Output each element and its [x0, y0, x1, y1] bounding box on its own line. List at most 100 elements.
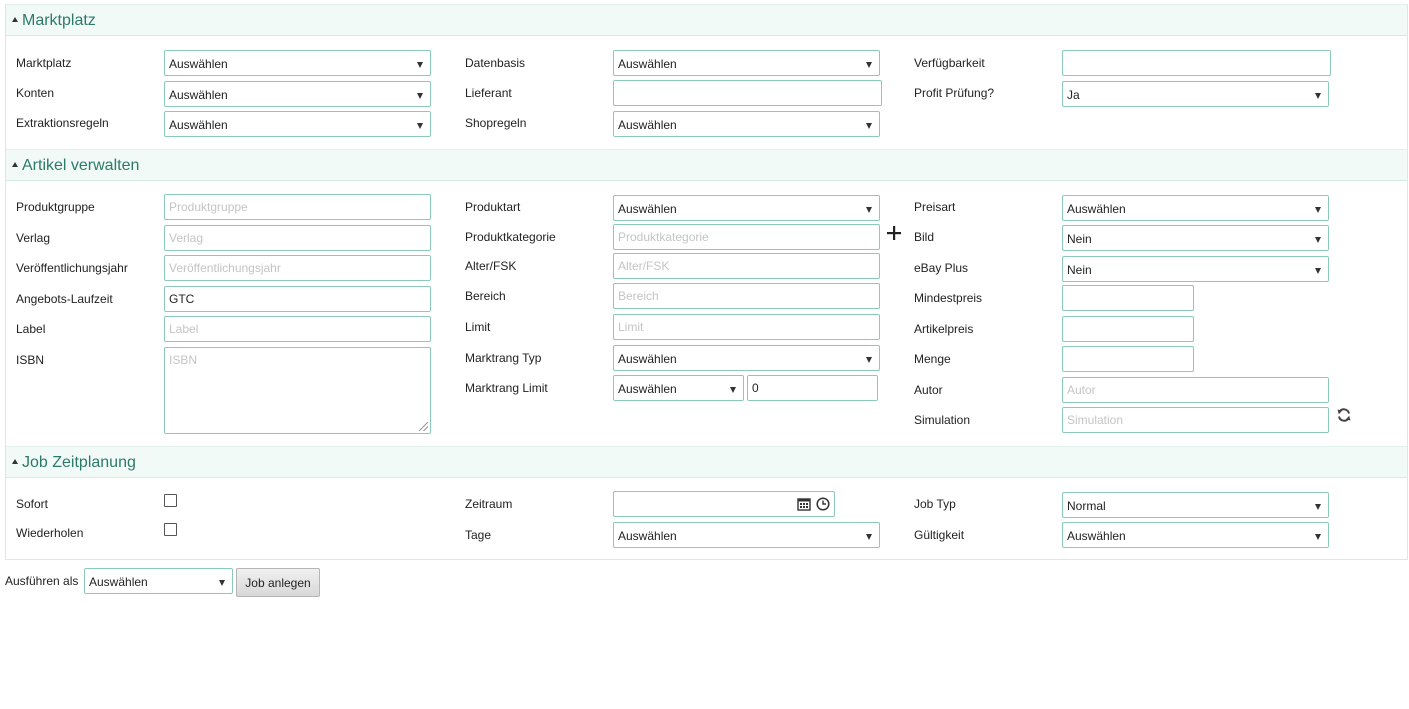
shopregeln-select-value: Auswählen	[618, 118, 677, 132]
gueltigkeit-select-value: Auswählen	[1067, 529, 1126, 543]
angebots-laufzeit-label: Angebots-Laufzeit	[16, 292, 113, 306]
verlag-label: Verlag	[16, 231, 51, 245]
marktplatz-select[interactable]: Auswählen	[164, 50, 431, 76]
chevron-down-icon	[1315, 268, 1321, 274]
marktrang-limit-select-value: Auswählen	[618, 382, 677, 396]
produktart-select[interactable]: Auswählen	[613, 195, 880, 221]
tage-select-value: Auswählen	[618, 529, 677, 543]
label-input[interactable]	[164, 316, 431, 342]
calendar-icon[interactable]	[797, 497, 811, 511]
simulation-label: Simulation	[914, 413, 971, 427]
tage-label: Tage	[465, 528, 492, 542]
job-anlegen-button[interactable]: Job anlegen	[236, 568, 320, 597]
bild-select-value: Nein	[1067, 232, 1092, 246]
marktrang-limit-select[interactable]: Auswählen	[613, 375, 744, 401]
tage-select[interactable]: Auswählen	[613, 522, 880, 548]
datenbasis-select-value: Auswählen	[618, 57, 677, 71]
ausfuehren-als-label: Ausführen als	[5, 574, 79, 588]
produktkategorie-input[interactable]	[613, 224, 880, 250]
sofort-checkbox[interactable]	[164, 494, 177, 507]
gueltigkeit-label: Gültigkeit	[914, 528, 965, 542]
artikelpreis-input[interactable]	[1062, 316, 1194, 342]
limit-input[interactable]	[613, 314, 880, 340]
konten-label: Konten	[16, 86, 55, 100]
profit-pruefung-select[interactable]: Ja	[1062, 81, 1329, 107]
marktrang-typ-select[interactable]: Auswählen	[613, 345, 880, 371]
chevron-down-icon	[1315, 534, 1321, 540]
extraktionsregeln-label: Extraktionsregeln	[16, 116, 109, 130]
simulation-input[interactable]	[1062, 407, 1329, 433]
resize-grip-icon[interactable]	[419, 422, 428, 431]
verfuegbarkeit-input[interactable]	[1062, 50, 1331, 76]
wiederholen-checkbox[interactable]	[164, 523, 177, 536]
konten-select[interactable]: Auswählen	[164, 81, 431, 107]
collapse-triangle-icon	[12, 459, 18, 464]
verfuegbarkeit-label: Verfügbarkeit	[914, 56, 985, 70]
angebots-laufzeit-input[interactable]	[164, 286, 431, 312]
mindestpreis-label: Mindestpreis	[914, 291, 983, 305]
bild-select[interactable]: Nein	[1062, 225, 1329, 251]
job-typ-select-value: Normal	[1067, 499, 1106, 513]
ausfuehren-als-select-value: Auswählen	[89, 575, 148, 589]
preisart-select[interactable]: Auswählen	[1062, 195, 1329, 221]
verlag-input[interactable]	[164, 225, 431, 251]
marktplatz-label: Marktplatz	[16, 56, 72, 70]
chevron-down-icon	[1315, 504, 1321, 510]
produktart-label: Produktart	[465, 200, 521, 214]
zeitraum-label: Zeitraum	[465, 497, 513, 511]
gueltigkeit-select[interactable]: Auswählen	[1062, 522, 1329, 548]
artikelpreis-label: Artikelpreis	[914, 322, 974, 336]
job-form-panel: Marktplatz Marktplatz Auswählen Konten A…	[5, 4, 1408, 560]
shopregeln-label: Shopregeln	[465, 116, 527, 130]
chevron-down-icon	[1315, 237, 1321, 243]
section-header-job[interactable]: Job Zeitplanung	[6, 446, 1407, 478]
bereich-input[interactable]	[613, 283, 880, 309]
job-typ-select[interactable]: Normal	[1062, 492, 1329, 518]
chevron-down-icon	[1315, 207, 1321, 213]
chevron-down-icon	[866, 123, 872, 129]
limit-label: Limit	[465, 320, 491, 334]
veroeffentlichungsjahr-input[interactable]	[164, 255, 431, 281]
isbn-label: ISBN	[16, 353, 45, 367]
profit-pruefung-label: Profit Prüfung?	[914, 86, 995, 100]
bereich-label: Bereich	[465, 289, 506, 303]
ebay-plus-label: eBay Plus	[914, 261, 969, 275]
ebay-plus-select[interactable]: Nein	[1062, 256, 1329, 282]
chevron-down-icon	[730, 387, 736, 393]
section-title-artikel: Artikel verwalten	[22, 157, 140, 174]
menge-input[interactable]	[1062, 346, 1194, 372]
produktgruppe-input[interactable]	[164, 194, 431, 220]
ausfuehren-als-select[interactable]: Auswählen	[84, 568, 233, 594]
plus-icon[interactable]	[886, 225, 902, 241]
produktkategorie-label: Produktkategorie	[465, 230, 556, 244]
bild-label: Bild	[914, 230, 935, 244]
extraktionsregeln-select[interactable]: Auswählen	[164, 111, 431, 137]
isbn-textarea[interactable]	[164, 347, 431, 434]
alter-fsk-input[interactable]	[613, 253, 880, 279]
konten-select-value: Auswählen	[169, 88, 228, 102]
alter-fsk-label: Alter/FSK	[465, 259, 517, 273]
chevron-down-icon	[417, 93, 423, 99]
shopregeln-select[interactable]: Auswählen	[613, 111, 880, 137]
lieferant-input[interactable]	[613, 80, 882, 106]
produktgruppe-label: Produktgruppe	[16, 200, 95, 214]
lieferant-label: Lieferant	[465, 86, 512, 100]
chevron-down-icon	[219, 580, 225, 586]
sofort-label: Sofort	[16, 497, 49, 511]
autor-input[interactable]	[1062, 377, 1329, 403]
refresh-icon[interactable]	[1336, 407, 1352, 423]
datenbasis-label: Datenbasis	[465, 56, 526, 70]
marktrang-limit-input[interactable]	[747, 375, 878, 401]
menge-label: Menge	[914, 352, 951, 366]
section-header-artikel[interactable]: Artikel verwalten	[6, 149, 1407, 181]
clock-icon[interactable]	[816, 497, 830, 511]
marktrang-typ-label: Marktrang Typ	[465, 351, 542, 365]
mindestpreis-input[interactable]	[1062, 285, 1194, 311]
section-header-marktplatz[interactable]: Marktplatz	[6, 4, 1407, 36]
chevron-down-icon	[417, 123, 423, 129]
preisart-label: Preisart	[914, 200, 956, 214]
profit-pruefung-select-value: Ja	[1067, 88, 1080, 102]
job-typ-label: Job Typ	[914, 497, 956, 511]
extraktionsregeln-select-value: Auswählen	[169, 118, 228, 132]
datenbasis-select[interactable]: Auswählen	[613, 50, 880, 76]
